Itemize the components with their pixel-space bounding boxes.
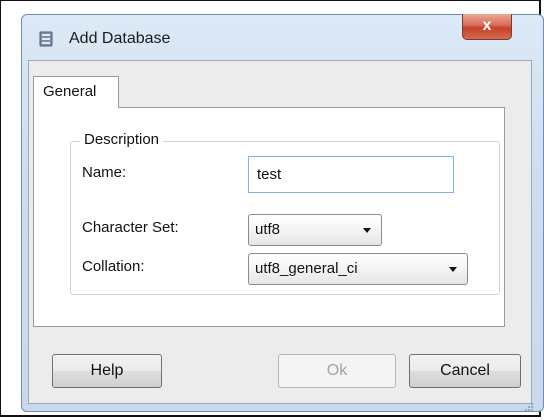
- chevron-down-icon: [363, 228, 371, 233]
- ok-button[interactable]: Ok: [278, 354, 396, 388]
- help-button-label: Help: [90, 362, 124, 379]
- ok-button-label: Ok: [326, 362, 348, 379]
- database-icon: [39, 31, 53, 47]
- help-button[interactable]: Help: [52, 354, 162, 388]
- resize-grip-icon[interactable]: [524, 402, 534, 412]
- name-field[interactable]: [248, 156, 454, 193]
- collation-select[interactable]: utf8_general_ci: [248, 253, 468, 285]
- character-set-value: utf8: [255, 221, 281, 238]
- chevron-down-icon: [449, 267, 457, 272]
- tab-general-label: General: [43, 83, 97, 100]
- collation-value: utf8_general_ci: [255, 260, 358, 277]
- tab-general[interactable]: General: [33, 76, 119, 108]
- character-set-label: Character Set:: [82, 219, 179, 236]
- cancel-button-label: Cancel: [440, 362, 490, 379]
- dialog-title: Add Database: [69, 30, 171, 47]
- close-button[interactable]: x: [462, 14, 512, 40]
- name-label: Name:: [82, 164, 127, 181]
- title-bar[interactable]: Add Database x: [22, 14, 543, 61]
- description-legend: Description: [80, 131, 164, 148]
- close-icon: x: [482, 17, 492, 34]
- character-set-select[interactable]: utf8: [248, 214, 382, 246]
- cancel-button[interactable]: Cancel: [409, 354, 521, 388]
- collation-label: Collation:: [82, 258, 145, 275]
